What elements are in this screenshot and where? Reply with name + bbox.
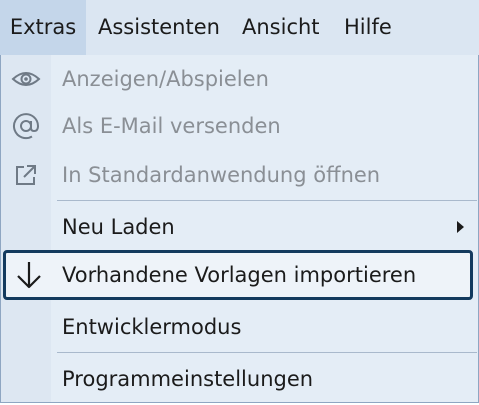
eye-icon <box>7 63 45 95</box>
at-icon <box>7 110 45 142</box>
extras-dropdown-menu: Anzeigen/Abspielen Als E-Mail versenden … <box>0 55 479 403</box>
menu-item-anzeigen-abspielen[interactable]: Anzeigen/Abspielen <box>1 55 478 103</box>
menu-ansicht[interactable]: Ansicht <box>242 0 320 55</box>
menu-item-neu-laden[interactable]: Neu Laden <box>1 203 478 251</box>
menu-hilfe[interactable]: Hilfe <box>344 0 392 55</box>
menu-item-label: Programmeinstellungen <box>62 367 314 391</box>
menu-item-label: Vorhandene Vorlagen importieren <box>62 263 417 287</box>
menu-item-label: Neu Laden <box>62 215 175 239</box>
menu-item-programmeinstellungen[interactable]: Programmeinstellungen <box>1 355 478 403</box>
menu-item-vorlagen-importieren[interactable]: Vorhandene Vorlagen importieren <box>3 250 473 300</box>
menu-item-entwicklermodus[interactable]: Entwicklermodus <box>1 303 478 351</box>
arrow-down-icon <box>10 259 48 291</box>
menu-item-label: Als E-Mail versenden <box>62 114 281 138</box>
menu-item-standardanwendung-oeffnen[interactable]: In Standardanwendung öffnen <box>1 151 478 199</box>
menu-extras[interactable]: Extras <box>0 0 86 55</box>
external-link-icon <box>7 159 45 191</box>
menu-separator <box>57 200 477 201</box>
menu-item-label: In Standardanwendung öffnen <box>62 163 381 187</box>
menu-item-label: Anzeigen/Abspielen <box>62 67 269 91</box>
menu-bar: Extras Assistenten Ansicht Hilfe <box>0 0 479 55</box>
menu-separator <box>57 352 477 353</box>
menu-assistenten[interactable]: Assistenten <box>98 0 220 55</box>
menu-item-label: Entwicklermodus <box>62 315 242 339</box>
menu-item-email-versenden[interactable]: Als E-Mail versenden <box>1 102 478 150</box>
submenu-arrow-icon <box>457 221 464 233</box>
